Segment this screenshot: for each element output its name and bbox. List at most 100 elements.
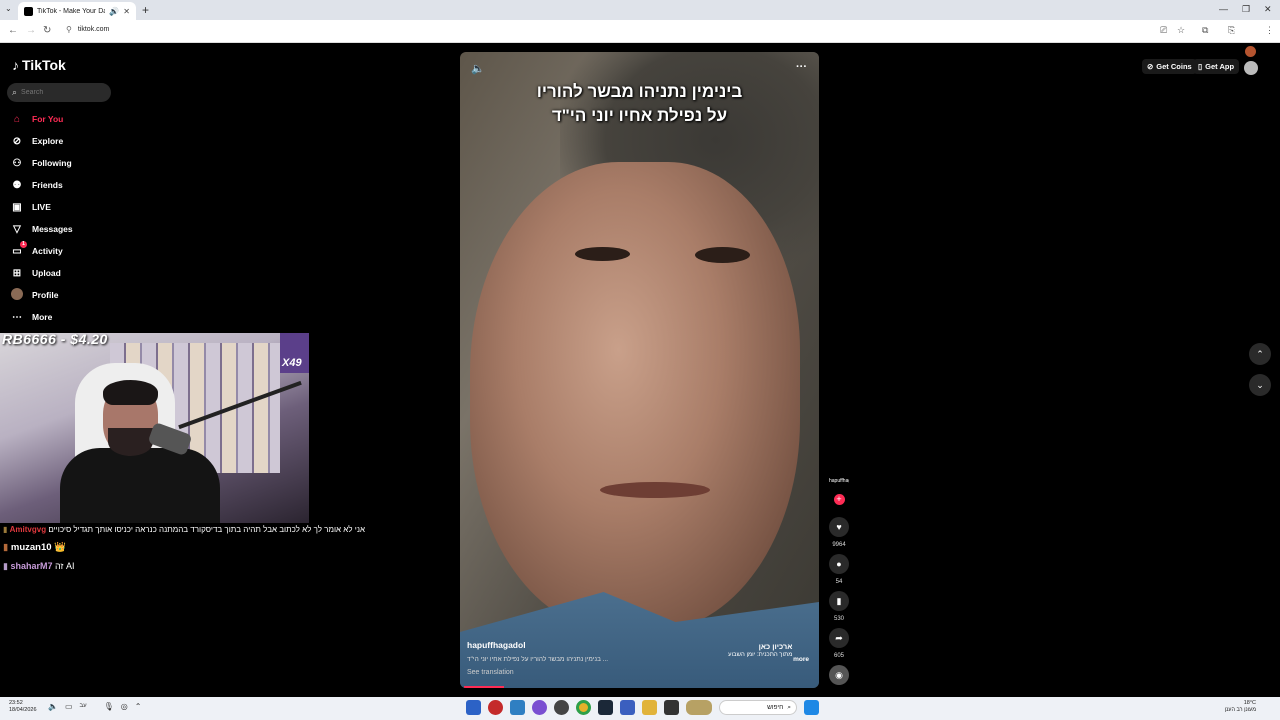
- language-indicator[interactable]: עב: [80, 703, 87, 711]
- video-progress-bar[interactable]: [464, 686, 504, 688]
- show-hidden-icons-icon[interactable]: ⌃: [135, 702, 142, 711]
- chat-username: Amitvgvg: [9, 525, 47, 534]
- minimize-icon[interactable]: —: [1219, 4, 1228, 14]
- clock-time: 23:52: [9, 700, 23, 706]
- phone-icon: ▯: [1198, 62, 1203, 71]
- mic-tray-icon[interactable]: 🎙: [104, 702, 114, 711]
- speaker-icon[interactable]: 🔊: [109, 7, 119, 16]
- see-translation-link[interactable]: See translation: [467, 669, 817, 676]
- sidebar-item-for-you[interactable]: ⌂ For You: [11, 108, 131, 130]
- app-icon[interactable]: [664, 700, 679, 715]
- browser-tab[interactable]: TikTok - Make Your Day 🔊 ✕: [18, 2, 136, 20]
- display-tray-icon[interactable]: ▭: [65, 702, 73, 711]
- video-player[interactable]: בינימין נתניהו מבשר להוריו על נפילת אחיו…: [460, 52, 819, 688]
- forward-icon[interactable]: →: [26, 25, 36, 36]
- bookmark-star-icon[interactable]: ☆: [1177, 25, 1185, 36]
- cast-icon[interactable]: ⎘: [1228, 25, 1235, 36]
- restore-icon[interactable]: ❐: [1242, 4, 1250, 15]
- windows-start-icon[interactable]: [804, 700, 819, 715]
- sidebar-item-following[interactable]: ⚇ Following: [11, 152, 131, 174]
- music-disc[interactable]: ◉: [827, 665, 851, 685]
- sidebar-item-activity[interactable]: ▭ 1 Activity: [11, 240, 131, 262]
- heart-icon[interactable]: ♥: [829, 517, 849, 537]
- comment-action[interactable]: ● 54: [827, 554, 851, 585]
- sidebar-item-label: Friends: [32, 180, 63, 190]
- save-action[interactable]: ▮ 530: [827, 591, 851, 622]
- sidebar-item-label: Activity: [32, 246, 63, 256]
- live-icon: ▣: [12, 201, 22, 213]
- webcam-overlay: X49 RB6666 - $4.20: [0, 333, 309, 523]
- network-tray-icon[interactable]: ◎: [121, 702, 128, 711]
- close-window-icon[interactable]: ✕: [1264, 4, 1272, 15]
- back-icon[interactable]: ←: [8, 25, 18, 36]
- next-video-button[interactable]: ⌄: [1249, 374, 1271, 396]
- bookmark-icon[interactable]: ▮: [829, 591, 849, 611]
- app-icon[interactable]: [510, 700, 525, 715]
- tab-search-icon[interactable]: ⌄: [5, 4, 12, 13]
- site-info-icon[interactable]: ⚲: [66, 25, 72, 34]
- chat-username: muzan10: [10, 542, 52, 553]
- volume-tray-icon[interactable]: 🔈: [48, 702, 58, 711]
- activity-badge: 1: [20, 241, 27, 248]
- video-actions: hapuffhagadol + ♥ 9964 ● 54 ▮ 530 ➦ 605 ◉: [827, 478, 851, 691]
- chrome-profile-avatar[interactable]: [1245, 46, 1256, 57]
- sidebar-item-live[interactable]: ▣ LIVE: [11, 196, 131, 218]
- video-frame-eye: [575, 247, 630, 261]
- extensions-icon[interactable]: ⧉: [1202, 25, 1208, 36]
- app-icon[interactable]: [532, 700, 547, 715]
- url-text: tiktok.com: [77, 26, 110, 33]
- app-icon[interactable]: [686, 700, 712, 715]
- sidebar-item-label: Explore: [32, 136, 64, 146]
- sidebar-item-more[interactable]: ⋯ More: [11, 306, 131, 328]
- reload-icon[interactable]: ↻: [43, 25, 51, 36]
- tiktok-favicon-icon: [24, 6, 33, 16]
- sidebar-item-explore[interactable]: ⊘ Explore: [11, 130, 131, 152]
- sidebar-item-friends[interactable]: ⚉ Friends: [11, 174, 131, 196]
- sidebar-item-label: Profile: [32, 290, 59, 300]
- file-explorer-icon[interactable]: [642, 700, 657, 715]
- sidebar-item-upload[interactable]: ⊞ Upload: [11, 262, 131, 284]
- creator-avatar[interactable]: hapuffhagadol: [829, 478, 849, 492]
- tiktok-logo[interactable]: ♪ TikTok: [12, 57, 66, 73]
- app-icon[interactable]: [620, 700, 635, 715]
- weather-widget[interactable]: 18°C מעונן רב הענן: [1216, 700, 1256, 714]
- install-icon[interactable]: ⎚: [1160, 25, 1167, 36]
- search-box[interactable]: ⌕: [7, 83, 111, 102]
- taskbar-search[interactable]: חיפוש ⌕: [719, 700, 797, 715]
- more-options-icon[interactable]: ···: [796, 61, 807, 73]
- close-tab-icon[interactable]: ✕: [123, 7, 130, 16]
- new-tab-button[interactable]: +: [142, 3, 149, 17]
- steam-icon[interactable]: [598, 700, 613, 715]
- video-frame-face: [470, 162, 800, 632]
- donation-text: RB6666 - $4.20: [2, 333, 108, 347]
- multiplier-badge: X49: [280, 333, 309, 373]
- get-coins-button[interactable]: ⊘ Get Coins: [1142, 59, 1197, 74]
- music-disc-icon[interactable]: ◉: [829, 665, 849, 685]
- more-dots-icon: ⋯: [12, 311, 22, 323]
- url-field[interactable]: ⚲ tiktok.com: [66, 25, 109, 34]
- get-app-button[interactable]: ▯ Get App: [1193, 59, 1240, 74]
- system-tray: 🔈 ▭ עב 🎙 ◎ ⌃: [48, 702, 141, 711]
- volume-icon[interactable]: 🔈: [471, 62, 485, 75]
- like-action[interactable]: ♥ 9964: [827, 517, 851, 548]
- share-arrow-icon[interactable]: ➦: [829, 628, 849, 648]
- comment-icon[interactable]: ●: [829, 554, 849, 574]
- user-avatar[interactable]: [1244, 61, 1258, 75]
- chrome-menu-icon[interactable]: ⋮: [1265, 25, 1274, 36]
- app-icon[interactable]: [554, 700, 569, 715]
- app-icon[interactable]: [466, 700, 481, 715]
- search-icon: ⌕: [787, 703, 791, 711]
- video-username[interactable]: hapuffhagadol: [467, 640, 817, 650]
- sidebar-item-messages[interactable]: ▽ Messages: [11, 218, 131, 240]
- more-link[interactable]: more: [793, 656, 817, 663]
- previous-video-button[interactable]: ⌃: [1249, 343, 1271, 365]
- sidebar-item-label: Upload: [32, 268, 61, 278]
- app-icon[interactable]: [488, 700, 503, 715]
- clock[interactable]: 23:52 18/04/2026: [9, 700, 37, 714]
- sidebar-item-profile[interactable]: Profile: [11, 284, 131, 306]
- get-coins-label: Get Coins: [1156, 62, 1192, 71]
- share-action[interactable]: ➦ 605: [827, 628, 851, 659]
- chrome-icon[interactable]: [576, 700, 591, 715]
- follow-plus-button[interactable]: +: [833, 494, 845, 505]
- search-input[interactable]: [21, 89, 102, 96]
